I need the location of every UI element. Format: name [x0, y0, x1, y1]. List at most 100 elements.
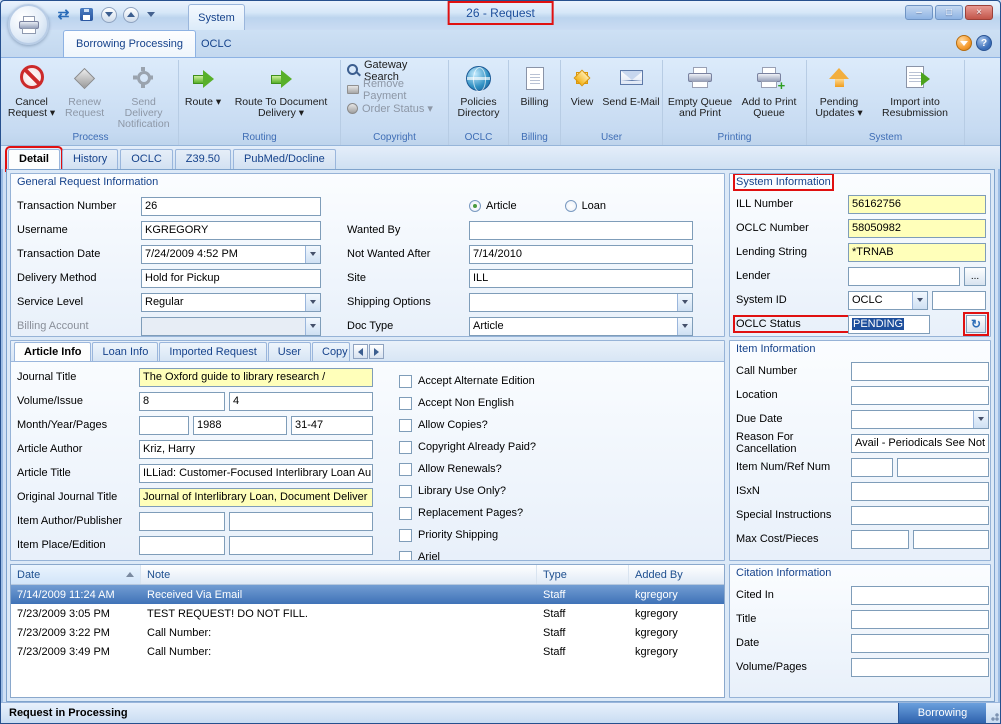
lender-input[interactable]	[848, 267, 960, 286]
chevron-down-icon[interactable]	[973, 411, 988, 428]
view-user-button[interactable]: View	[563, 61, 601, 131]
tab-detail[interactable]: Detail	[8, 149, 60, 169]
billing-button[interactable]: Billing	[512, 61, 558, 131]
tab-imported-request[interactable]: Imported Request	[159, 342, 266, 361]
citation-volume-pages-input[interactable]	[851, 658, 989, 677]
checkbox-allow-renewals[interactable]: Allow Renewals?	[399, 458, 724, 480]
checkbox-box[interactable]	[399, 397, 412, 410]
lender-browse-button[interactable]: ...	[964, 267, 986, 286]
month-input[interactable]	[139, 416, 189, 435]
route-to-document-delivery-button[interactable]: Route To Document Delivery ▾	[225, 61, 337, 131]
checkbox-box[interactable]	[399, 485, 412, 498]
tab-article-info[interactable]: Article Info	[14, 342, 91, 361]
table-row[interactable]: 7/14/2009 11:24 AM Received Via Email St…	[11, 585, 724, 604]
pages-input[interactable]: 31-47	[291, 416, 373, 435]
chevron-down-icon[interactable]	[912, 292, 927, 309]
volume-input[interactable]: 8	[139, 392, 225, 411]
location-input[interactable]	[851, 386, 989, 405]
special-instructions-input[interactable]	[851, 506, 989, 525]
oclc-status-input[interactable]: PENDING	[848, 315, 930, 334]
pieces-input[interactable]	[913, 530, 989, 549]
qat-customize-caret-icon[interactable]	[147, 12, 155, 17]
checkbox-library-use-only[interactable]: Library Use Only?	[399, 480, 724, 502]
column-header-added-by[interactable]: Added By	[629, 565, 724, 584]
system-id-select[interactable]: OCLC	[848, 291, 928, 310]
wanted-by-input[interactable]	[469, 221, 693, 240]
minimize-button[interactable]: –	[905, 5, 933, 20]
checkbox-priority-shipping[interactable]: Priority Shipping	[399, 524, 724, 546]
transaction-number-input[interactable]: 26	[141, 197, 321, 216]
ribbon-tab-borrowing-processing[interactable]: Borrowing Processing	[63, 30, 196, 57]
ribbon-tab-system[interactable]: System	[188, 4, 245, 30]
route-button[interactable]: Route ▾	[182, 61, 224, 131]
maximize-button[interactable]: □	[935, 5, 963, 20]
system-id-extra-input[interactable]	[932, 291, 986, 310]
citation-date-input[interactable]	[851, 634, 989, 653]
tab-pubmed-docline[interactable]: PubMed/Docline	[233, 149, 336, 169]
item-num-input[interactable]	[851, 458, 893, 477]
journal-title-input[interactable]: The Oxford guide to library research /	[139, 368, 373, 387]
transaction-date-select[interactable]: 7/24/2009 4:52 PM	[141, 245, 321, 264]
checkbox-replacement-pages[interactable]: Replacement Pages?	[399, 502, 724, 524]
username-input[interactable]: KGREGORY	[141, 221, 321, 240]
checkbox-box[interactable]	[399, 507, 412, 520]
checkbox-box[interactable]	[399, 551, 412, 562]
due-date-select[interactable]	[851, 410, 989, 429]
renew-request-button[interactable]: Renew Request	[59, 61, 110, 131]
table-row[interactable]: 7/23/2009 3:49 PM Call Number: Staff kgr…	[11, 642, 724, 661]
tab-history[interactable]: History	[62, 149, 118, 169]
item-edition-input[interactable]	[229, 536, 373, 555]
service-level-select[interactable]: Regular	[141, 293, 321, 312]
ref-num-input[interactable]	[897, 458, 989, 477]
radio-loan-icon[interactable]	[565, 200, 577, 212]
item-publisher-input[interactable]	[229, 512, 373, 531]
resize-grip[interactable]	[986, 703, 1000, 723]
ribbon-tab-oclc[interactable]: OCLC	[189, 30, 244, 57]
cited-in-input[interactable]	[851, 586, 989, 605]
citation-title-input[interactable]	[851, 610, 989, 629]
article-author-input[interactable]: Kriz, Harry	[139, 440, 373, 459]
send-delivery-notification-button[interactable]: Send Delivery Notification	[111, 61, 176, 131]
issue-input[interactable]: 4	[229, 392, 373, 411]
item-place-input[interactable]	[139, 536, 225, 555]
radio-loan[interactable]: Loan	[565, 200, 606, 212]
checkbox-allow-copies[interactable]: Allow Copies?	[399, 414, 724, 436]
close-button[interactable]: ×	[965, 5, 993, 20]
checkbox-accept-alternate-edition[interactable]: Accept Alternate Edition	[399, 370, 724, 392]
shipping-options-select[interactable]	[469, 293, 693, 312]
original-journal-title-input[interactable]: Journal of Interlibrary Loan, Document D…	[139, 488, 373, 507]
checkbox-box[interactable]	[399, 419, 412, 432]
policies-directory-button[interactable]: Policies Directory	[451, 61, 506, 131]
previous-request-button[interactable]	[101, 7, 117, 23]
checkbox-box[interactable]	[399, 529, 412, 542]
remove-payment-button[interactable]: Remove Payment	[343, 80, 446, 99]
year-input[interactable]: 1988	[193, 416, 287, 435]
checkbox-box[interactable]	[399, 375, 412, 388]
checkbox-ariel[interactable]: Ariel	[399, 546, 724, 561]
tab-copy[interactable]: Copy	[312, 342, 350, 361]
checkbox-box[interactable]	[399, 441, 412, 454]
lending-string-input[interactable]: *TRNAB	[848, 243, 986, 262]
empty-queue-and-print-button[interactable]: Empty Queue and Print	[666, 61, 734, 131]
send-email-button[interactable]: Send E-Mail	[602, 61, 660, 131]
tab-user[interactable]: User	[268, 342, 311, 361]
tab-z3950[interactable]: Z39.50	[175, 149, 231, 169]
application-menu-button[interactable]	[8, 4, 49, 45]
table-row[interactable]: 7/23/2009 3:22 PM Call Number: Staff kgr…	[11, 623, 724, 642]
delivery-method-input[interactable]: Hold for Pickup	[141, 269, 321, 288]
reason-for-cancellation-input[interactable]: Avail - Periodicals See Not	[851, 434, 989, 453]
refresh-request-button[interactable]: ⇄	[55, 6, 72, 23]
table-row[interactable]: 7/23/2009 3:05 PM TEST REQUEST! DO NOT F…	[11, 604, 724, 623]
scroll-right-button[interactable]	[369, 344, 384, 359]
oclc-status-refresh-button[interactable]: ↻	[966, 315, 986, 333]
doc-type-select[interactable]: Article	[469, 317, 693, 336]
radio-article[interactable]: Article	[469, 200, 517, 212]
checkbox-copyright-already-paid[interactable]: Copyright Already Paid?	[399, 436, 724, 458]
pending-updates-button[interactable]: Pending Updates ▾	[810, 61, 868, 131]
billing-account-select[interactable]	[141, 317, 321, 336]
cancel-request-button[interactable]: Cancel Request ▾	[5, 61, 58, 131]
site-input[interactable]: ILL	[469, 269, 693, 288]
chevron-down-icon[interactable]	[677, 318, 692, 335]
next-request-button[interactable]	[123, 7, 139, 23]
chevron-down-icon[interactable]	[305, 246, 320, 263]
